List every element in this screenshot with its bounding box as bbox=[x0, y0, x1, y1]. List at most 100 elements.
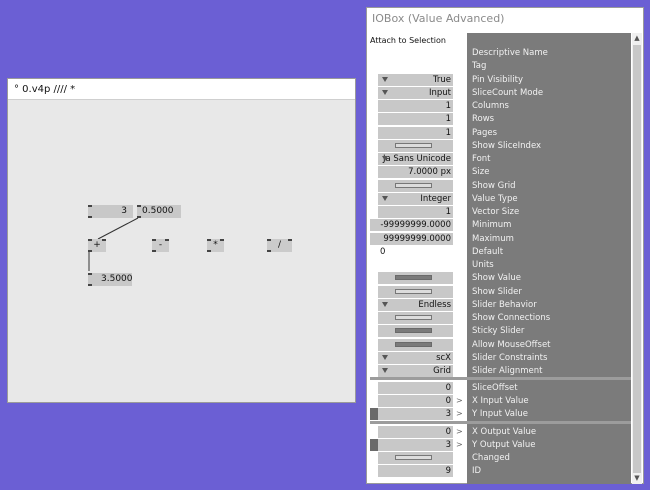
toggle-indicator bbox=[395, 275, 432, 280]
toggle-show-slider[interactable] bbox=[378, 286, 453, 298]
node-multiply-label: * bbox=[213, 240, 218, 250]
label-pin-visibility: Pin Visibility bbox=[472, 75, 524, 85]
toggle-indicator bbox=[395, 455, 432, 460]
label-slicecount-mode: SliceCount Mode bbox=[472, 88, 544, 98]
node-divide[interactable]: / bbox=[267, 239, 292, 252]
node-multiply[interactable]: * bbox=[207, 239, 224, 252]
label-rows: Rows bbox=[472, 114, 495, 124]
toggle-show-connections[interactable] bbox=[378, 312, 453, 324]
value-font: Ja Sans Unicode bbox=[382, 154, 451, 164]
pin-arrow-icon[interactable]: > bbox=[456, 426, 463, 438]
value-maximum[interactable]: 99999999.0000 bbox=[370, 233, 453, 245]
label-changed: Changed bbox=[472, 453, 510, 463]
label-show-grid: Show Grid bbox=[472, 181, 516, 191]
value-pages[interactable]: 1 bbox=[378, 127, 453, 139]
label-value-type: Value Type bbox=[472, 194, 518, 204]
iobox-value-a-text: 3 bbox=[121, 206, 127, 216]
value-pin-visibility: True bbox=[432, 75, 451, 85]
value-sliceoffset[interactable]: 0 bbox=[378, 382, 453, 394]
dropdown-slider-behavior[interactable]: Endless bbox=[378, 299, 453, 311]
label-minimum: Minimum bbox=[472, 220, 512, 230]
toggle-allow-mouseoffset[interactable] bbox=[378, 339, 453, 351]
label-y-output-value: Y Output Value bbox=[472, 440, 536, 450]
dropdown-pin-visibility[interactable]: True bbox=[378, 74, 453, 86]
label-sticky-slider: Sticky Slider bbox=[472, 326, 525, 336]
scroll-up-icon[interactable]: ▲ bbox=[632, 34, 642, 43]
inspector-scrollbar[interactable]: ▲ ▼ bbox=[632, 33, 642, 484]
value-tag[interactable] bbox=[378, 60, 453, 72]
value-units[interactable] bbox=[378, 259, 453, 271]
toggle-show-grid[interactable] bbox=[378, 180, 453, 192]
pin-arrow-icon[interactable]: > bbox=[456, 395, 463, 407]
chevron-down-icon bbox=[382, 368, 388, 373]
label-slider-behavior: Slider Behavior bbox=[472, 300, 537, 310]
node-add-label: + bbox=[93, 240, 101, 250]
toggle-show-value[interactable] bbox=[378, 272, 453, 284]
toggle-show-sliceindex[interactable] bbox=[378, 140, 453, 152]
value-descriptive-name[interactable] bbox=[378, 47, 453, 59]
node-subtract[interactable]: - bbox=[152, 239, 169, 252]
label-show-slider: Show Slider bbox=[472, 287, 522, 297]
pin-arrow-icon[interactable]: > bbox=[456, 408, 463, 420]
value-rows[interactable]: 1 bbox=[378, 113, 453, 125]
patch-window[interactable]: ° 0.v4p //// * 3 0.5000 + - * / 3.5000 bbox=[7, 78, 356, 403]
toggle-indicator bbox=[395, 183, 432, 188]
dropdown-slicecount-mode[interactable]: Input bbox=[378, 87, 453, 99]
label-show-sliceindex: Show SliceIndex bbox=[472, 141, 542, 151]
value-id: 9 bbox=[378, 465, 453, 477]
toggle-indicator bbox=[395, 289, 432, 294]
iobox-result[interactable]: 3.5000 bbox=[88, 273, 133, 286]
label-slider-alignment: Slider Alignment bbox=[472, 366, 543, 376]
value-size[interactable]: 7.0000 px bbox=[378, 166, 453, 178]
label-default: Default bbox=[472, 247, 504, 257]
label-allow-mouseoffset: Allow MouseOffset bbox=[472, 340, 551, 350]
label-y-input-value: Y Input Value bbox=[472, 409, 528, 419]
dropdown-slider-alignment[interactable]: Grid bbox=[378, 365, 453, 377]
node-add[interactable]: + bbox=[88, 239, 106, 252]
section-divider-inputs bbox=[370, 377, 631, 380]
iobox-value-a[interactable]: 3 bbox=[88, 205, 133, 218]
value-x-output: 0 bbox=[378, 426, 453, 438]
dropdown-font[interactable]: Ja Sans Unicode bbox=[378, 153, 453, 165]
section-divider-outputs bbox=[370, 421, 631, 424]
value-slider-constraints: scX bbox=[436, 353, 451, 363]
chevron-down-icon bbox=[382, 196, 388, 201]
scroll-thumb[interactable] bbox=[633, 45, 641, 473]
value-value-type: Integer bbox=[420, 194, 451, 204]
inspector-window[interactable]: IOBox (Value Advanced) Attach to Selecti… bbox=[366, 7, 644, 484]
label-slider-constraints: Slider Constraints bbox=[472, 353, 548, 363]
dropdown-value-type[interactable]: Integer bbox=[378, 193, 453, 205]
chevron-down-icon bbox=[382, 156, 388, 161]
patch-wires bbox=[88, 217, 139, 271]
value-slider-alignment: Grid bbox=[433, 366, 451, 376]
toggle-indicator bbox=[395, 143, 432, 148]
value-default[interactable]: 0 bbox=[370, 246, 453, 258]
label-x-input-value: X Input Value bbox=[472, 396, 529, 406]
attach-to-selection-toggle[interactable]: Attach to Selection bbox=[370, 36, 446, 45]
value-y-input[interactable]: 3 bbox=[378, 408, 453, 420]
scroll-down-icon[interactable]: ▼ bbox=[632, 474, 642, 483]
iobox-result-text: 3.5000 bbox=[101, 274, 133, 284]
toggle-changed bbox=[378, 452, 453, 464]
toggle-sticky-slider[interactable] bbox=[378, 325, 453, 337]
iobox-value-b[interactable]: 0.5000 bbox=[137, 205, 181, 218]
label-columns: Columns bbox=[472, 101, 509, 111]
value-slider-behavior: Endless bbox=[418, 300, 451, 310]
inspector-title: IOBox (Value Advanced) bbox=[372, 12, 505, 25]
pin-arrow-icon[interactable]: > bbox=[456, 439, 463, 451]
dropdown-slider-constraints[interactable]: scX bbox=[378, 352, 453, 364]
value-x-input[interactable]: 0 bbox=[378, 395, 453, 407]
value-minimum[interactable]: -99999999.0000 bbox=[370, 219, 453, 231]
toggle-indicator bbox=[395, 328, 432, 333]
value-columns[interactable]: 1 bbox=[378, 100, 453, 112]
patch-canvas[interactable]: 3 0.5000 + - * / 3.5000 bbox=[8, 101, 355, 402]
chevron-down-icon bbox=[382, 90, 388, 95]
toggle-indicator bbox=[395, 315, 432, 320]
label-size: Size bbox=[472, 167, 490, 177]
chevron-down-icon bbox=[382, 77, 388, 82]
label-descriptive-name: Descriptive Name bbox=[472, 48, 548, 58]
label-pages: Pages bbox=[472, 128, 498, 138]
label-font: Font bbox=[472, 154, 491, 164]
value-vector-size[interactable]: 1 bbox=[378, 206, 453, 218]
node-subtract-label: - bbox=[158, 240, 163, 250]
